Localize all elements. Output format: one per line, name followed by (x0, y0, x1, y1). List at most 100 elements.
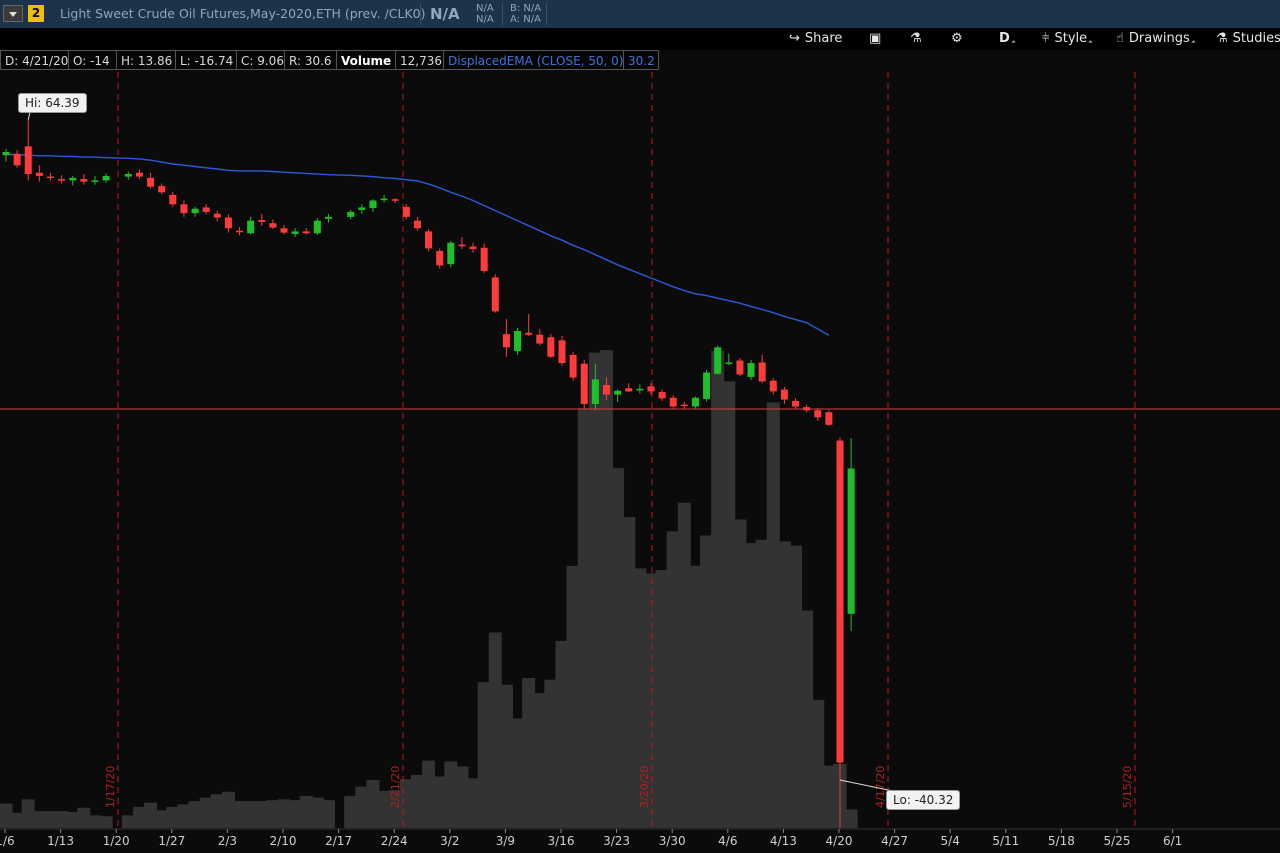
price-chart[interactable]: 1/17/202/21/203/20/204/17/205/15/20 1/61… (0, 0, 1280, 853)
volume-bar (644, 573, 658, 828)
ema-line (6, 153, 830, 336)
volume-bar (444, 761, 458, 828)
candle-body (135, 172, 143, 177)
x-tick-label: 1/27 (158, 834, 185, 848)
candle-body (736, 360, 744, 375)
share-button[interactable]: ↪ Share (789, 31, 842, 46)
bid-price: B: N/A (510, 3, 542, 14)
volume-bar (366, 779, 380, 828)
candle-body (703, 372, 711, 399)
volume-bar (233, 801, 247, 828)
candle-body (814, 410, 822, 418)
volume-bar (533, 693, 547, 828)
grid-icon: ▣ (869, 31, 882, 46)
drawings-button[interactable]: ☝ Drawings (1116, 31, 1196, 46)
settings-button[interactable]: ⚙ (951, 31, 968, 46)
candle-body (280, 228, 288, 233)
volume-bar (344, 795, 358, 828)
volume-bar (844, 809, 858, 828)
candle-body (324, 216, 332, 219)
volume-bar (166, 806, 180, 828)
volume-bar (188, 801, 202, 828)
studies-lab-button[interactable]: ⚗ (910, 31, 927, 46)
candle-body (413, 220, 421, 229)
candle-body (236, 230, 244, 233)
candle-body (658, 392, 666, 399)
divider (502, 3, 503, 25)
aggregation-label: D (999, 31, 1010, 46)
candle-body (291, 231, 299, 234)
candle-body (180, 204, 188, 214)
dropdown-icon (1011, 40, 1016, 45)
volume-bar (155, 810, 169, 828)
volume-bar (99, 816, 113, 828)
volume-bar (688, 565, 702, 828)
candle-body (269, 223, 277, 228)
volume-bar (144, 802, 158, 828)
volume-bar (766, 402, 780, 828)
candle-body (69, 177, 77, 181)
candle-body (836, 440, 844, 763)
volume-bar (244, 801, 258, 828)
volume-bar (66, 811, 80, 828)
candle-body (191, 208, 199, 214)
volume-bar (177, 804, 191, 828)
volume-bar (677, 502, 691, 828)
x-tick-label: 3/23 (603, 834, 630, 848)
chart-toolbar: ↪ Share ▣ ⚗ ⚙ D ⫩ Style ☝ Drawings ⚗ Studies (0, 28, 1280, 50)
x-tick-label: 4/27 (881, 834, 908, 848)
x-tick-label: 1/13 (47, 834, 74, 848)
candle-body (46, 176, 54, 179)
candle-body (224, 217, 232, 229)
info-date: D: 4/21/20 (0, 50, 69, 70)
candle-body (480, 247, 488, 272)
x-tick-label: 3/30 (659, 834, 686, 848)
x-tick-label: 2/3 (218, 834, 237, 848)
candle-body (147, 177, 155, 187)
flask-icon: ⚗ (910, 31, 922, 46)
candle-body (369, 200, 377, 209)
candle-body (102, 175, 110, 181)
volume-bar (599, 350, 613, 828)
volume-bar (121, 815, 135, 828)
candle-body (391, 199, 399, 201)
ask-price: A: N/A (510, 14, 541, 25)
volume-bar (77, 807, 91, 828)
candle-body (58, 179, 66, 181)
candle-body (425, 231, 433, 249)
candle-body (491, 277, 499, 312)
info-range: R: 30.6 (285, 50, 337, 70)
candle-body (302, 231, 310, 234)
volume-bar (700, 535, 714, 828)
candle-body (169, 194, 177, 205)
link-group-badge[interactable]: 2 (28, 5, 44, 22)
volume-bar (777, 541, 791, 828)
volume-bar (833, 763, 847, 828)
volume-value: 12,736 (396, 50, 444, 70)
volume-bar (744, 543, 758, 828)
volume-bar (566, 565, 580, 828)
volume-bar (755, 539, 769, 828)
candle-body (769, 380, 777, 392)
volume-bar (321, 800, 335, 828)
candle-body (202, 207, 210, 212)
volume-bar (132, 806, 146, 828)
menu-dropdown-button[interactable] (3, 5, 23, 22)
flexible-grid-button[interactable]: ▣ (869, 31, 886, 46)
volume-bar (0, 803, 13, 828)
style-button[interactable]: ⫩ Style (1042, 31, 1093, 46)
hand-pointer-icon: ☝ (1116, 31, 1124, 46)
candle-body (747, 363, 755, 377)
aggregation-button[interactable]: D (999, 31, 1016, 46)
candle-body (213, 213, 221, 218)
candle-body (803, 407, 811, 411)
studies-button[interactable]: ⚗ Studies (1216, 31, 1280, 46)
candle-body (347, 211, 355, 217)
volume-bar (722, 381, 736, 828)
volume-bar (822, 765, 836, 828)
symbol-title[interactable]: Light Sweet Crude Oil Futures,May-2020,E… (60, 6, 426, 21)
candle-body (591, 379, 599, 405)
candle-body (402, 206, 410, 217)
volume-bar (21, 799, 35, 828)
gear-icon: ⚙ (951, 31, 963, 46)
